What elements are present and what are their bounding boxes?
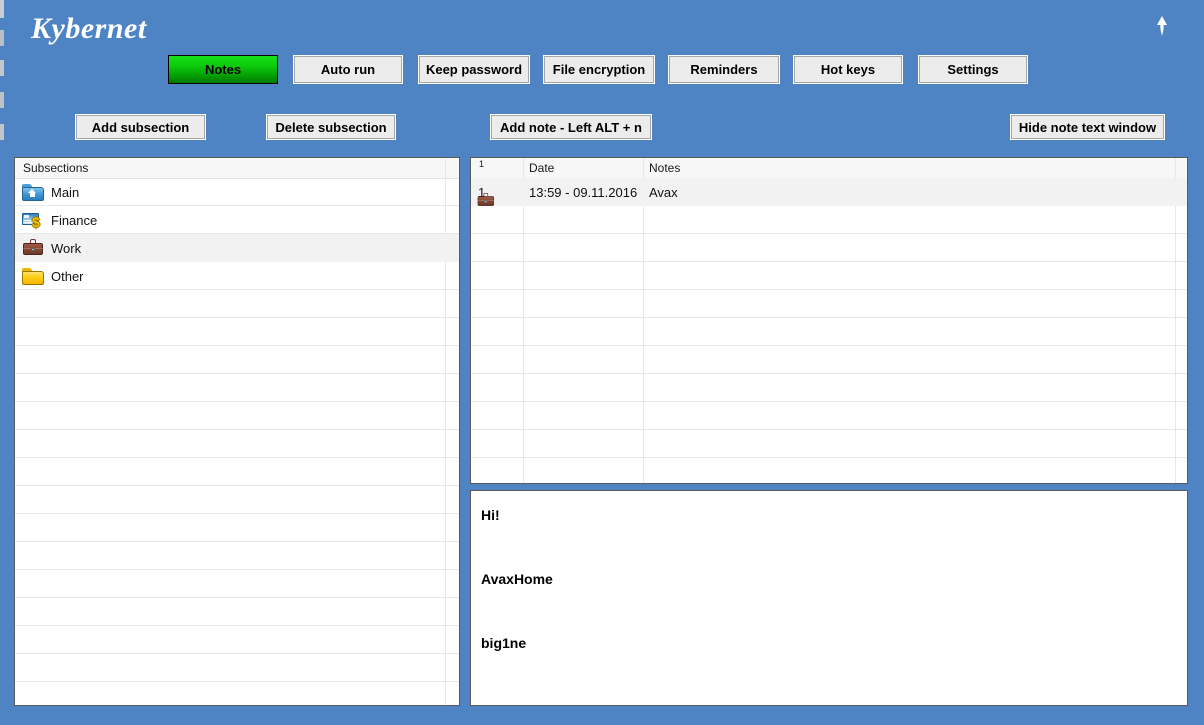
subsection-empty-row[interactable] [15, 654, 459, 682]
yellow-folder-icon [21, 266, 45, 286]
tab-file-encryption[interactable]: File encryption [543, 55, 655, 84]
subsection-item-label: Other [51, 269, 84, 284]
subsection-item-other[interactable]: Other [15, 262, 459, 290]
tab-keep-password[interactable]: Keep password [418, 55, 530, 84]
subsections-panel: Subsections Main $ Finance Work Other [14, 157, 460, 706]
note-empty-row[interactable] [471, 346, 1187, 374]
note-empty-row[interactable] [471, 206, 1187, 234]
subsection-empty-row[interactable] [15, 318, 459, 346]
subsection-empty-row[interactable] [15, 486, 459, 514]
subsection-item-label: Work [51, 241, 81, 256]
note-row-title: Avax [649, 178, 678, 206]
tab-hot-keys[interactable]: Hot keys [793, 55, 903, 84]
subsection-empty-row[interactable] [15, 570, 459, 598]
note-empty-row[interactable] [471, 234, 1187, 262]
notes-col-date-label: Date [529, 161, 554, 175]
note-empty-row[interactable] [471, 262, 1187, 290]
notes-list: 113:59 - 09.11.2016 Avax [471, 178, 1187, 483]
subsection-item-work[interactable]: Work [15, 234, 459, 262]
subsection-empty-row[interactable] [15, 626, 459, 654]
subsection-item-main[interactable]: Main [15, 178, 459, 206]
notes-col-notes-label: Notes [649, 161, 680, 175]
notes-col-num-label: 1 [479, 159, 484, 169]
subsection-item-label: Main [51, 185, 79, 200]
subsection-item-finance[interactable]: $ Finance [15, 206, 459, 234]
subsection-empty-row[interactable] [15, 514, 459, 542]
note-empty-row[interactable] [471, 458, 1187, 484]
subsection-empty-row[interactable] [15, 402, 459, 430]
subsection-empty-row[interactable] [15, 682, 459, 706]
delete-subsection-button[interactable]: Delete subsection [266, 114, 396, 140]
subsections-list: Main $ Finance Work Other [15, 178, 459, 705]
notes-table-header: 1 Date Notes [471, 158, 1187, 179]
notes-table-panel: 1 Date Notes 113:59 - 09.11.2016Avax [470, 157, 1188, 484]
subsection-empty-row[interactable] [15, 374, 459, 402]
tab-settings[interactable]: Settings [918, 55, 1028, 84]
add-note-left-alt-n-button[interactable]: Add note - Left ALT + n [490, 114, 652, 140]
tab-reminders[interactable]: Reminders [668, 55, 780, 84]
tab-auto-run[interactable]: Auto run [293, 55, 403, 84]
note-text-content[interactable]: Hi! AvaxHome big1ne [481, 499, 1179, 701]
credit-card-dollar-icon: $ [21, 210, 45, 230]
subsections-header: Subsections [15, 158, 459, 179]
note-row-date: 13:59 - 09.11.2016 [529, 178, 637, 206]
note-empty-row[interactable] [471, 374, 1187, 402]
note-row[interactable]: 113:59 - 09.11.2016 Avax [471, 178, 1187, 206]
note-empty-row[interactable] [471, 318, 1187, 346]
subsection-empty-row[interactable] [15, 542, 459, 570]
app-title: Kybernet [31, 12, 147, 46]
briefcase-icon [21, 238, 45, 258]
subsections-header-label: Subsections [23, 161, 88, 175]
subsection-empty-row[interactable] [15, 290, 459, 318]
blue-folder-home-icon [21, 182, 45, 202]
subsection-empty-row[interactable] [15, 346, 459, 374]
hide-note-text-window-button[interactable]: Hide note text window [1010, 114, 1165, 140]
subsection-empty-row[interactable] [15, 430, 459, 458]
note-empty-row[interactable] [471, 430, 1187, 458]
arrow-down-icon[interactable] [1150, 14, 1174, 40]
subsection-empty-row[interactable] [15, 458, 459, 486]
note-row-number-cell: 1 [471, 178, 523, 206]
subsection-item-label: Finance [51, 213, 97, 228]
subsection-empty-row[interactable] [15, 598, 459, 626]
note-empty-row[interactable] [471, 290, 1187, 318]
background-window-sliver [0, 0, 4, 160]
tab-notes[interactable]: Notes [168, 55, 278, 84]
add-subsection-button[interactable]: Add subsection [75, 114, 206, 140]
note-text-panel[interactable]: Hi! AvaxHome big1ne [470, 490, 1188, 706]
note-empty-row[interactable] [471, 402, 1187, 430]
